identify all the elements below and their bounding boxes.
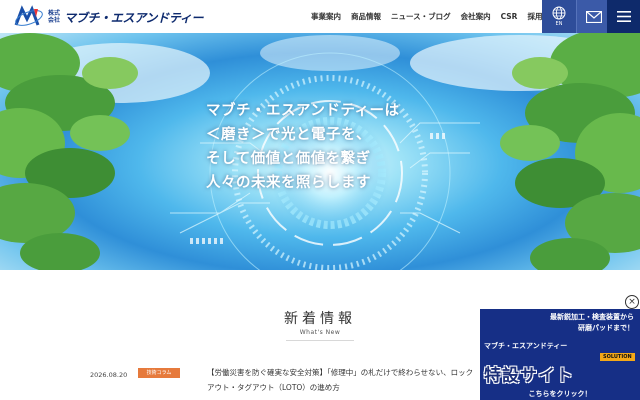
hero-tagline-line: そして価値と価値を繋ぎ (206, 151, 371, 167)
nav-csr[interactable]: CSR (501, 12, 518, 21)
company-logo[interactable]: 株式会社 マブチ・エスアンドティー (14, 5, 204, 29)
hero-banner: マブチ・エスアンドティーは ＜磨き＞で光と電子を、 そして価値と価値を繋ぎ 人々… (0, 33, 640, 270)
hero-tagline-line: マブチ・エスアンドティーは (206, 103, 400, 119)
news-item-category-badge[interactable]: 技術コラム (138, 368, 180, 378)
banner-headline-line: 研磨パッドまで！ (578, 324, 634, 332)
language-label: EN (555, 21, 563, 27)
global-nav: 事業案内 商品情報 ニュース・ブログ 会社案内 CSR 採用情報 (311, 0, 557, 33)
language-button[interactable]: EN (542, 0, 576, 33)
nav-products[interactable]: 商品情報 (351, 11, 381, 22)
hero-tagline: マブチ・エスアンドティーは ＜磨き＞で光と電子を、 そして価値と価値を繋ぎ 人々… (206, 99, 400, 195)
nav-news-blog[interactable]: ニュース・ブログ (391, 11, 451, 22)
logo-kabushikigaisha: 株式会社 (48, 10, 61, 24)
mail-icon (585, 10, 602, 23)
special-site-banner[interactable]: 最新鋭加工・検査装置から 研磨パッドまで！ マブチ・エスアンドティー SOLUT… (480, 309, 640, 400)
news-item-date: 2026.08.20 (90, 371, 128, 379)
site-header: 株式会社 マブチ・エスアンドティー 事業案内 商品情報 ニュース・ブログ 会社案… (0, 0, 640, 33)
close-icon: × (628, 297, 636, 307)
hero-tagline-line: ＜磨き＞で光と電子を、 (206, 127, 371, 143)
nav-business[interactable]: 事業案内 (311, 11, 341, 22)
banner-company-name: マブチ・エスアンドティー (484, 342, 568, 350)
banner-special-site-text: 特設サイト (484, 366, 574, 386)
news-item-title-link[interactable]: 【労働災害を防ぐ確実な安全対策】「修理中」の札だけで終わらせない、ロックアウト・… (207, 365, 477, 395)
banner-solution-tag: SOLUTION (600, 353, 635, 361)
banner-cta-text: こちらをクリック！ (528, 390, 592, 398)
news-divider (286, 340, 354, 341)
menu-button[interactable] (607, 0, 640, 33)
hero-tagline-line: 人々の未来を照らします (206, 175, 371, 191)
banner-close-button[interactable]: × (625, 295, 639, 309)
banner-headline-line: 最新鋭加工・検査装置から (550, 313, 634, 321)
menu-icon (616, 11, 631, 22)
logo-company-name: マブチ・エスアンドティー (64, 10, 204, 25)
contact-button[interactable] (576, 0, 610, 33)
globe-icon (552, 6, 566, 20)
nav-company[interactable]: 会社案内 (461, 11, 491, 22)
logo-mark-icon (14, 5, 43, 26)
